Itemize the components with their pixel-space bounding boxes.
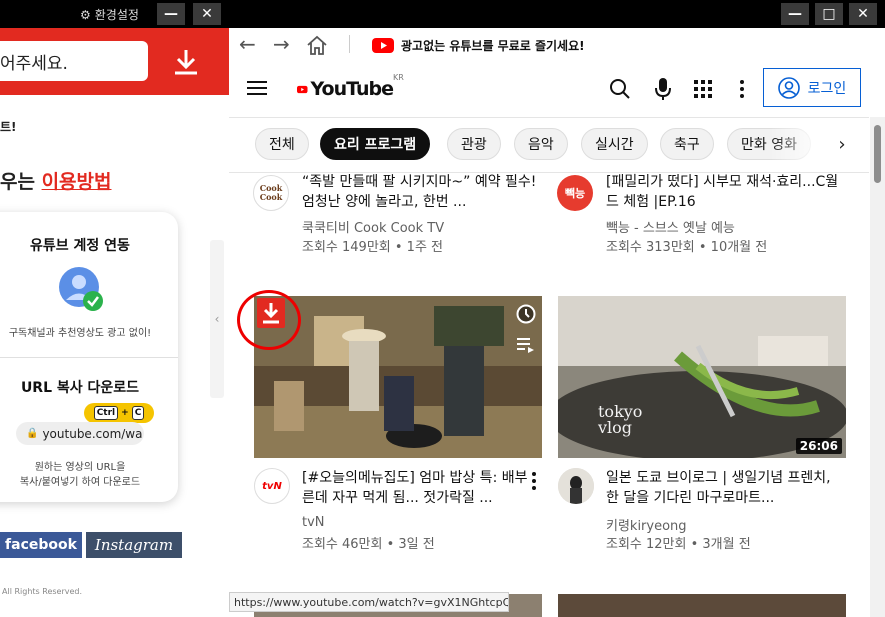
browser-maximize-button[interactable]: □ <box>815 3 843 25</box>
url-desc-line2: 복사/붙여넣기 하여 다운로드 <box>19 477 141 488</box>
minimize-icon: — <box>164 6 178 22</box>
howto-heading: 우는 이용방법 <box>0 167 112 194</box>
user-circle-icon <box>777 76 800 99</box>
video-channel[interactable]: tvN <box>302 515 325 530</box>
instagram-button[interactable]: Instagram <box>86 532 182 558</box>
more-vertical-icon[interactable] <box>737 79 747 99</box>
channel-avatar-tvn[interactable]: tvN <box>254 468 290 504</box>
video-title[interactable]: [#오늘의메뉴집도] 엄마 밥상 특: 배부른데 자꾸 먹게 됨... 젓가락질… <box>302 468 538 508</box>
video-duration: 26:06 <box>795 438 842 454</box>
back-arrow-icon[interactable]: ← <box>239 32 256 56</box>
howto-link[interactable]: 이용방법 <box>42 171 112 193</box>
url-input[interactable]: 어주세요. <box>0 41 148 81</box>
video-channel[interactable]: 빽능 - 스브스 옛날 예능 <box>606 217 735 236</box>
browser-window: — □ ✕ ← → 광고없는 유튜브를 무료로 즐기세요! YouTube KR <box>229 0 885 617</box>
search-icon[interactable] <box>609 78 631 100</box>
watch-later-icon[interactable] <box>516 304 536 324</box>
howto-prefix: 우는 <box>0 171 42 193</box>
chip-fade <box>769 128 829 162</box>
account-avatar-icon <box>59 267 103 311</box>
login-label: 로그인 <box>807 80 847 97</box>
browser-minimize-button[interactable]: — <box>781 3 809 25</box>
url-download-description: 원하는 영상의 URL을 복사/붙여넣기 하여 다운로드 <box>0 460 160 490</box>
promo-text: 트! <box>0 120 17 134</box>
plus-sign: + <box>121 408 129 418</box>
settings-button[interactable]: ⚙ 환경설정 <box>80 6 139 23</box>
video-meta: 조회수 149만회 • 1주 전 <box>302 240 444 255</box>
url-desc-line1: 원하는 영상의 URL을 <box>34 462 126 473</box>
browser-promo-text: 광고없는 유튜브를 무료로 즐기세요! <box>401 39 585 53</box>
keyboard-shortcut-badge: Ctrl + C <box>84 403 154 423</box>
video-title[interactable]: [패밀리가 떴다] 시부모 재석·효리...C월드 체험 |EP.16 <box>606 172 842 212</box>
forward-arrow-icon[interactable]: → <box>273 32 290 56</box>
home-icon[interactable] <box>306 34 328 56</box>
channel-avatar-kiryeong[interactable] <box>558 468 594 504</box>
chip-live[interactable]: 실시간 <box>581 128 648 160</box>
navbar-divider <box>349 35 350 53</box>
thumbnail-overlay-text: tokyo vlog <box>598 402 643 437</box>
chip-music[interactable]: 음악 <box>514 128 568 160</box>
page-scrollbar[interactable] <box>870 117 885 617</box>
facebook-button[interactable]: facebook <box>0 532 82 558</box>
chip-tourism[interactable]: 관광 <box>447 128 501 160</box>
youtube-logo-text: YouTube <box>310 78 394 100</box>
url-input-placeholder: 어주세요. <box>0 53 68 74</box>
lock-icon: 🔒 <box>26 428 39 439</box>
minimize-button[interactable]: — <box>157 3 185 25</box>
chip-soccer[interactable]: 축구 <box>660 128 714 160</box>
minimize-icon: — <box>788 6 802 22</box>
video-channel[interactable]: 키령kiryeong <box>606 515 687 534</box>
account-link-subtitle: 구독채널과 추천영상도 광고 없이! <box>8 328 152 339</box>
url-example-text: youtube.com/wa <box>42 426 143 441</box>
channel-avatar-sbs[interactable]: 빽능 <box>557 175 593 211</box>
gear-icon: ⚙ <box>80 7 91 22</box>
downloader-panel: ⚙ 환경설정 — ✕ 어주세요. 트! 우는 이용방법 유튜브 계정 연동 구독… <box>0 0 229 617</box>
video-meta: 조회수 313만회 • 10개월 전 <box>606 240 768 255</box>
browser-close-button[interactable]: ✕ <box>849 3 877 25</box>
add-to-queue-icon[interactable] <box>516 336 536 354</box>
close-icon: ✕ <box>857 6 869 22</box>
account-link-title: 유튜브 계정 연동 <box>30 238 130 254</box>
video-thumbnail[interactable]: tokyo vlog 26:06 <box>558 296 846 458</box>
url-example-field: 🔒 youtube.com/wa <box>16 422 144 445</box>
settings-label: 환경설정 <box>94 8 139 22</box>
maximize-icon: □ <box>822 6 836 22</box>
chip-all[interactable]: 전체 <box>255 128 309 160</box>
url-download-title: URL 복사 다운로드 <box>20 380 140 396</box>
c-key: C <box>131 406 145 420</box>
download-icon[interactable] <box>170 46 202 78</box>
microphone-icon[interactable] <box>653 77 673 101</box>
video-title[interactable]: 일본 도쿄 브이로그 | 생일기념 프렌치, 한 달을 기다린 마구로마트... <box>606 468 842 508</box>
video-channel[interactable]: 쿡쿡티비 Cook Cook TV <box>302 217 444 236</box>
region-label: KR <box>393 73 404 82</box>
close-button[interactable]: ✕ <box>193 3 221 25</box>
channel-avatar-cookcook[interactable]: Cook Cook <box>253 175 289 211</box>
video-meta: 조회수 12만회 • 3개월 전 <box>606 537 751 552</box>
card-divider <box>0 357 178 358</box>
chevron-left-icon: ‹ <box>214 312 220 326</box>
close-icon: ✕ <box>201 6 213 22</box>
youtube-play-icon <box>372 38 394 53</box>
apps-grid-icon[interactable] <box>694 80 712 98</box>
youtube-logo-icon <box>297 85 308 93</box>
link-status-bar: https://www.youtube.com/watch?v=gvX1NGht… <box>229 592 509 612</box>
video-meta: 조회수 46만회 • 3일 전 <box>302 537 435 552</box>
download-overlay-icon[interactable] <box>257 298 285 328</box>
ctrl-key: Ctrl <box>93 406 119 420</box>
youtube-logo[interactable]: YouTube <box>297 75 394 103</box>
login-button[interactable]: 로그인 <box>763 68 861 107</box>
video-title[interactable]: “족발 만들때 팔 시키지마~” 예약 필수! 엄청난 양에 놀라고, 한번 .… <box>302 172 538 212</box>
chevron-right-icon[interactable]: › <box>829 134 855 155</box>
panel-collapse-handle[interactable]: ‹ <box>210 240 224 398</box>
copyright-text: All Rights Reserved. <box>2 587 83 596</box>
avatar-image <box>558 468 594 504</box>
chip-cooking[interactable]: 요리 프로그램 <box>320 128 431 160</box>
scrollbar-thumb[interactable] <box>874 125 881 183</box>
menu-icon[interactable] <box>247 80 267 96</box>
video-menu-icon[interactable] <box>529 471 539 491</box>
video-thumbnail[interactable] <box>558 594 846 617</box>
